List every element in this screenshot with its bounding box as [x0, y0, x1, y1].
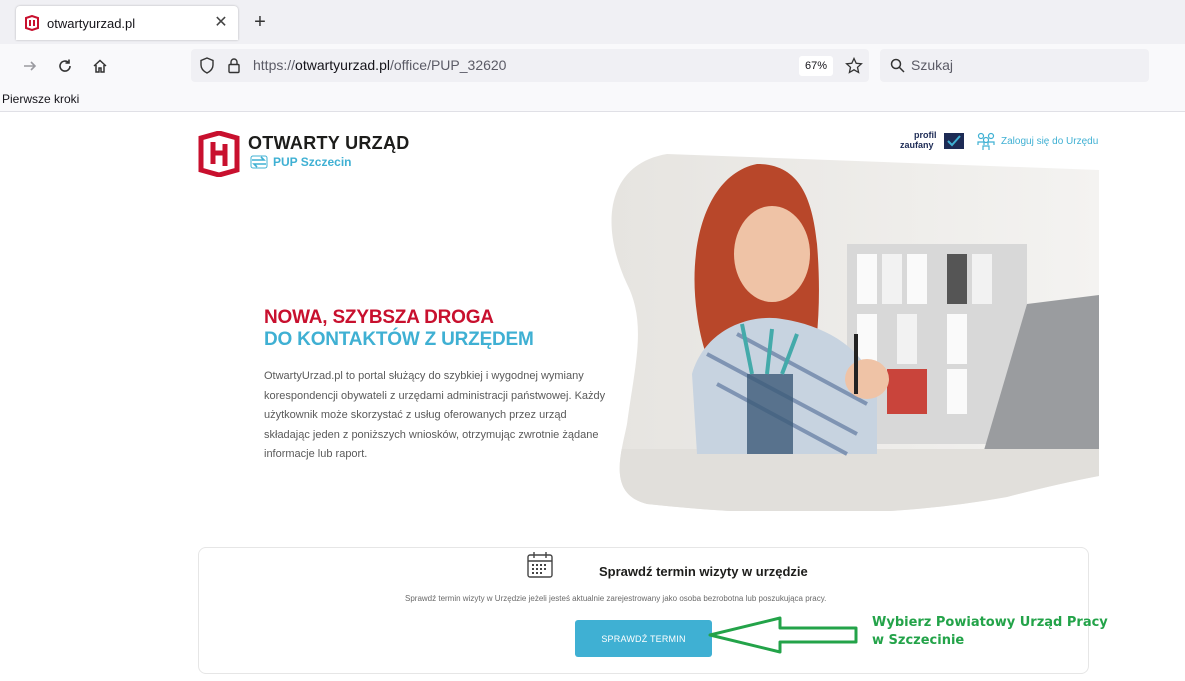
bookmarks-bar: Pierwsze kroki	[0, 88, 1185, 112]
profil-zaufany-logo[interactable]: profil zaufany	[900, 131, 966, 151]
home-icon[interactable]	[88, 54, 112, 78]
tab-title: otwartyurzad.pl	[47, 15, 136, 31]
url-text[interactable]: https://otwartyurzad.pl/office/PUP_32620	[253, 57, 506, 73]
hero-headline-red: NOWA, SZYBSZA DROGA	[264, 307, 494, 328]
switch-office-icon	[250, 155, 268, 169]
url-bar[interactable]: https://otwartyurzad.pl/office/PUP_32620…	[191, 49, 869, 82]
calendar-icon	[527, 552, 553, 578]
star-icon[interactable]	[845, 57, 863, 75]
brand-name: OTWARTY URZĄD	[248, 133, 410, 153]
appointment-card: Sprawdź termin wizyty w urzędzie Sprawdź…	[198, 547, 1089, 674]
otwarty-urzad-logo[interactable]	[198, 131, 240, 177]
close-tab-icon[interactable]: ✕	[212, 15, 230, 31]
login-link[interactable]: Zaloguj się do Urzędu	[976, 131, 1098, 151]
search-bar[interactable]: Szukaj	[880, 49, 1149, 82]
hero-image	[611, 154, 1099, 511]
annotation-text: Wybierz Powiatowy Urząd Pracy w Szczecin…	[872, 615, 1108, 648]
hero-headline-blue: DO KONTAKTÓW Z URZĘDEM	[264, 329, 534, 350]
nav-bar: https://otwartyurzad.pl/office/PUP_32620…	[0, 44, 1185, 88]
page-content: OTWARTY URZĄD PUP Szczecin profil zaufan…	[0, 113, 1185, 681]
pz-emblem-icon	[944, 133, 964, 149]
annotation-arrow-icon	[708, 616, 858, 654]
card-title: Sprawdź termin wizyty w urzędzie	[599, 564, 808, 579]
browser-tab[interactable]: otwartyurzad.pl ✕	[16, 6, 238, 40]
search-input[interactable]: Szukaj	[911, 57, 953, 73]
search-icon	[890, 58, 905, 73]
bookmark-pierwsze-kroki[interactable]: Pierwsze kroki	[2, 92, 79, 106]
lock-icon[interactable]	[227, 57, 241, 74]
shield-icon[interactable]	[199, 57, 215, 74]
check-appointment-button[interactable]: SPRAWDŹ TERMIN	[575, 620, 712, 657]
hero-description: OtwartyUrzad.pl to portal służący do szy…	[264, 370, 606, 460]
users-icon	[977, 132, 995, 150]
new-tab-icon[interactable]: +	[250, 11, 270, 33]
tab-bar: otwartyurzad.pl ✕ +	[0, 0, 1185, 44]
forward-icon[interactable]	[18, 54, 42, 78]
favicon-icon	[25, 15, 39, 31]
card-description: Sprawdź termin wizyty w Urzędzie jeżeli …	[405, 594, 827, 603]
reload-icon[interactable]	[53, 54, 77, 78]
zoom-level[interactable]: 67%	[799, 56, 834, 76]
office-name[interactable]: PUP Szczecin	[250, 155, 351, 169]
